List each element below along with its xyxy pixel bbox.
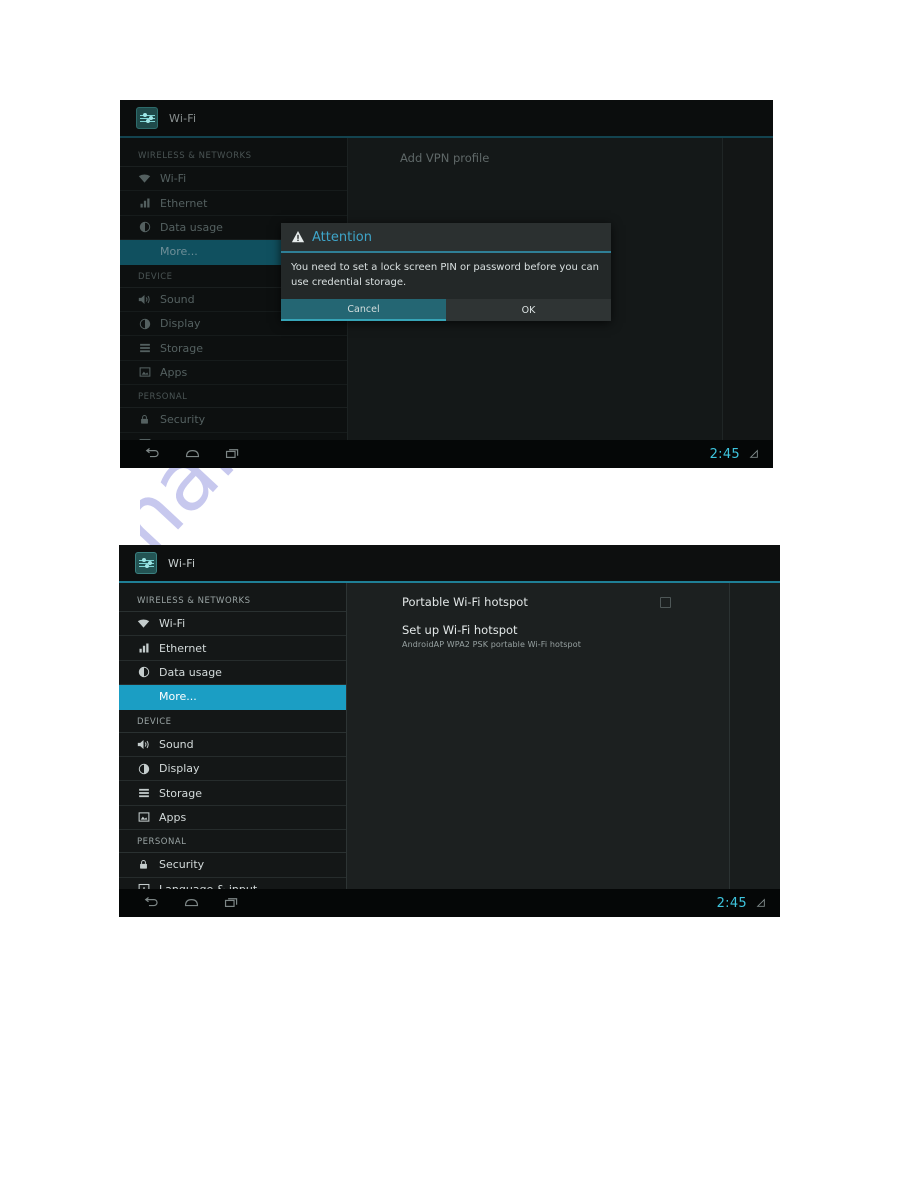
system-navigation-bar: 2:45 <box>120 440 773 468</box>
dialog-button-row: Cancel OK <box>281 299 611 321</box>
sidebar-item-label: Data usage <box>160 220 223 234</box>
sidebar-item-label: Storage <box>160 341 204 355</box>
sidebar-item-label: More... <box>160 245 198 259</box>
sidebar-item-label: Apps <box>159 810 187 824</box>
sidebar-item-storage[interactable]: Storage <box>119 781 347 806</box>
screenshot-frame-bottom: Wi-Fi WIRELESS & NETWORKS Wi-Fi Ethernet… <box>119 545 780 917</box>
recents-icon[interactable] <box>224 447 241 462</box>
ethernet-icon <box>138 197 151 210</box>
sidebar-item-label: Sound <box>160 292 195 306</box>
sidebar-item-apps[interactable]: Apps <box>119 806 347 831</box>
sidebar-item-label: Storage <box>159 786 203 800</box>
signal-triangle-icon <box>756 898 766 908</box>
sidebar-item-label: Display <box>159 762 200 776</box>
sidebar-item-security[interactable]: Security <box>120 408 348 433</box>
sidebar-item-display[interactable]: Display <box>119 757 347 782</box>
section-header-device: DEVICE <box>119 710 347 733</box>
nav-buttons <box>144 447 241 462</box>
back-arrow-icon[interactable] <box>143 896 160 911</box>
settings-sliders-icon <box>135 552 157 574</box>
document-page: manualshive.com Wi-Fi WIRELESS & NETWORK… <box>0 0 918 1188</box>
system-navigation-bar: 2:45 <box>119 889 780 917</box>
apps-icon <box>137 811 150 824</box>
sidebar-item-label: Security <box>159 858 205 872</box>
portable-hotspot-label: Portable Wi-Fi hotspot <box>402 595 528 609</box>
data-usage-icon <box>137 666 150 679</box>
ok-button[interactable]: OK <box>446 299 611 321</box>
sidebar-item-wifi[interactable]: Wi-Fi <box>119 612 347 637</box>
portable-hotspot-checkbox[interactable] <box>660 597 671 608</box>
status-clock[interactable]: 2:45 <box>710 447 740 462</box>
signal-triangle-icon <box>749 449 759 459</box>
action-bar: Wi-Fi <box>120 100 773 136</box>
action-bar: Wi-Fi <box>119 545 780 581</box>
screenshot-frame-top: Wi-Fi WIRELESS & NETWORKS Wi-Fi Ethernet… <box>120 100 773 468</box>
sidebar-item-security[interactable]: Security <box>119 853 347 878</box>
attention-dialog: Attention You need to set a lock screen … <box>281 223 611 321</box>
section-header-wireless: WIRELESS & NETWORKS <box>120 144 348 167</box>
detail-panel-inner: Portable Wi-Fi hotspot Set up Wi-Fi hots… <box>347 583 730 889</box>
sidebar-item-label: Data usage <box>159 665 222 679</box>
portable-hotspot-row[interactable]: Portable Wi-Fi hotspot <box>347 583 729 609</box>
sidebar-item-label: More... <box>159 690 197 704</box>
sidebar-item-label: Wi-Fi <box>160 172 187 186</box>
back-arrow-icon[interactable] <box>144 447 161 462</box>
sidebar-item-more[interactable]: More... <box>119 685 347 710</box>
lock-icon <box>137 858 150 871</box>
storage-icon <box>137 787 150 800</box>
add-vpn-profile-row[interactable]: Add VPN profile <box>348 138 722 165</box>
app-title: Wi-Fi <box>169 111 197 125</box>
sound-icon <box>137 738 150 751</box>
app-title: Wi-Fi <box>168 556 196 570</box>
sidebar-item-label: Ethernet <box>159 641 207 655</box>
sidebar-item-label: Sound <box>159 737 194 751</box>
sound-icon <box>138 293 151 306</box>
recents-icon[interactable] <box>223 896 240 911</box>
display-icon <box>138 317 151 330</box>
nav-buttons <box>143 896 240 911</box>
settings-detail-panel: Portable Wi-Fi hotspot Set up Wi-Fi hots… <box>347 583 780 889</box>
wifi-icon <box>138 172 151 185</box>
apps-icon <box>138 366 151 379</box>
sidebar-item-data-usage[interactable]: Data usage <box>119 661 347 686</box>
sidebar-item-apps[interactable]: Apps <box>120 361 348 386</box>
sidebar-item-sound[interactable]: Sound <box>119 733 347 757</box>
wifi-icon <box>137 617 150 630</box>
lock-icon <box>138 413 151 426</box>
storage-icon <box>138 342 151 355</box>
setup-hotspot-label: Set up Wi-Fi hotspot <box>402 623 518 637</box>
sidebar-item-wifi[interactable]: Wi-Fi <box>120 167 348 192</box>
dialog-header: Attention <box>281 223 611 253</box>
sidebar-item-label: Wi-Fi <box>159 617 186 631</box>
home-icon[interactable] <box>183 896 200 911</box>
sidebar-item-ethernet[interactable]: Ethernet <box>119 636 347 661</box>
android-screen-with-dialog: Wi-Fi WIRELESS & NETWORKS Wi-Fi Ethernet… <box>120 100 773 468</box>
setup-hotspot-subtitle: AndroidAP WPA2 PSK portable Wi-Fi hotspo… <box>402 640 581 649</box>
sidebar-item-label: Ethernet <box>160 196 208 210</box>
sidebar-item-label: Display <box>160 317 201 331</box>
sidebar-item-label: Security <box>160 413 206 427</box>
dialog-title: Attention <box>312 229 372 245</box>
cancel-button[interactable]: Cancel <box>281 299 446 321</box>
display-icon <box>137 762 150 775</box>
android-screen-hotspot: Wi-Fi WIRELESS & NETWORKS Wi-Fi Ethernet… <box>119 545 780 917</box>
section-header-wireless: WIRELESS & NETWORKS <box>119 589 347 612</box>
setup-hotspot-row[interactable]: Set up Wi-Fi hotspot <box>347 609 729 637</box>
sidebar-item-storage[interactable]: Storage <box>120 336 348 361</box>
status-clock[interactable]: 2:45 <box>717 896 747 911</box>
settings-content: WIRELESS & NETWORKS Wi-Fi Ethernet Data … <box>119 583 780 902</box>
sidebar-item-label: Apps <box>160 365 188 379</box>
home-icon[interactable] <box>184 447 201 462</box>
ethernet-icon <box>137 642 150 655</box>
dialog-message: You need to set a lock screen PIN or pas… <box>281 253 611 299</box>
section-header-personal: PERSONAL <box>120 385 348 409</box>
data-usage-icon <box>138 221 151 234</box>
warning-icon <box>291 230 305 244</box>
settings-sliders-icon <box>136 107 158 129</box>
section-header-personal: PERSONAL <box>119 830 347 854</box>
sidebar-item-ethernet[interactable]: Ethernet <box>120 191 348 216</box>
settings-sidebar: WIRELESS & NETWORKS Wi-Fi Ethernet Data … <box>119 583 347 902</box>
